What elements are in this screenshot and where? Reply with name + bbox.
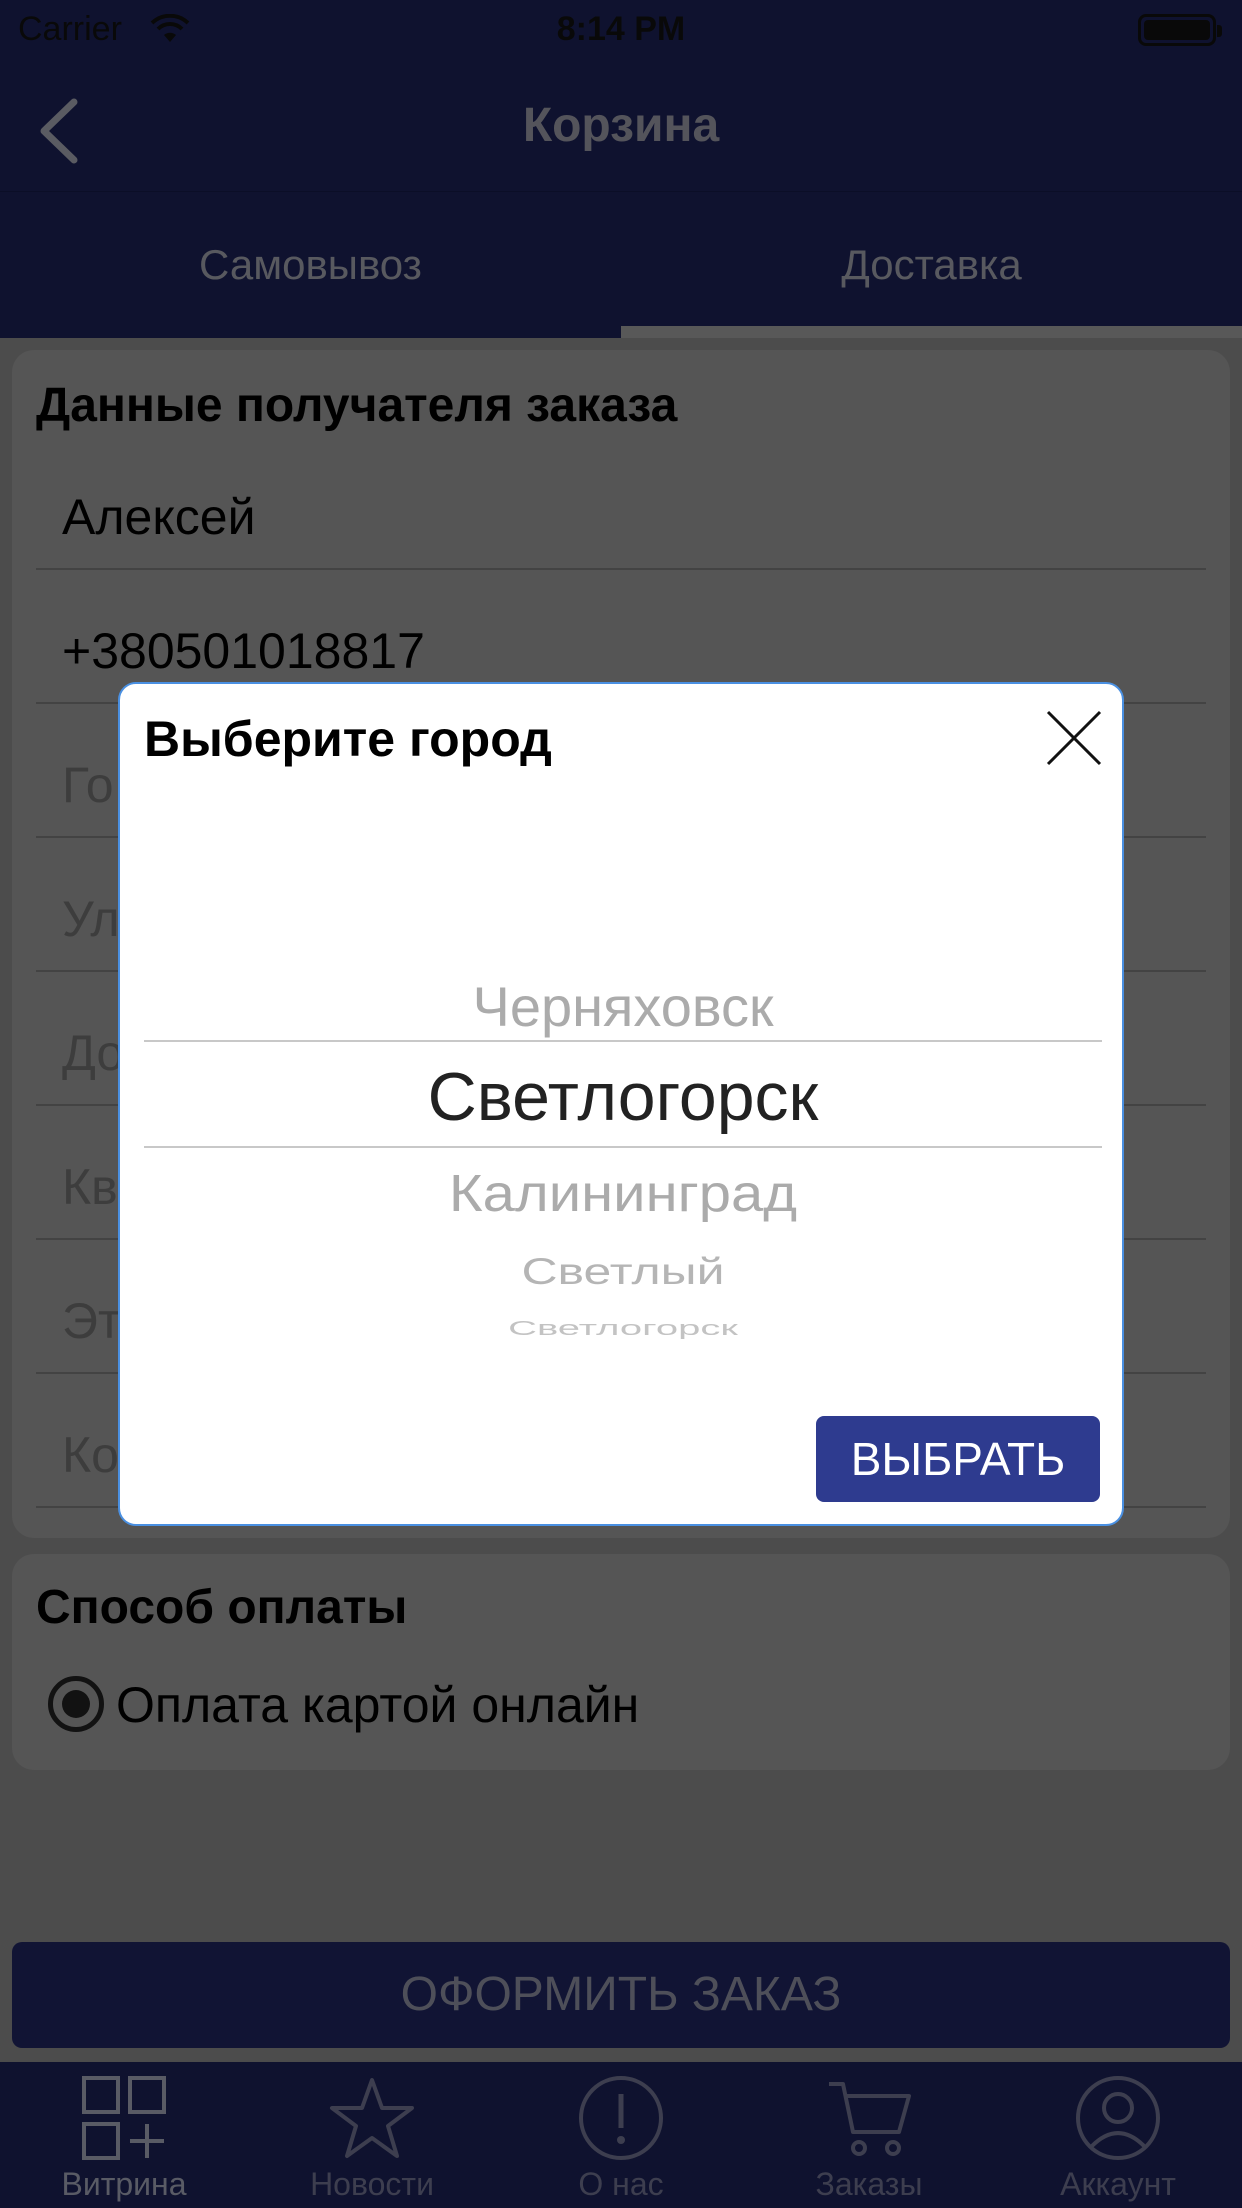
city-picker-dialog: Выберите город Черняховск Светлогорск Ка… (118, 682, 1124, 1526)
city-picker-wheel[interactable]: Черняховск Светлогорск Калининград Светл… (144, 684, 1102, 1339)
picker-option[interactable]: Черняховск (144, 974, 1102, 1039)
picker-selection-top-line (144, 1040, 1102, 1042)
picker-option[interactable]: Светлый (144, 1249, 1102, 1293)
picker-option[interactable]: Светлогорск (144, 1317, 1102, 1340)
picker-option[interactable]: Калининград (144, 1163, 1102, 1223)
choose-button[interactable]: ВЫБРАТЬ (816, 1416, 1100, 1502)
picker-option-selected[interactable]: Светлогорск (144, 1058, 1102, 1136)
picker-selection-bottom-line (144, 1146, 1102, 1148)
